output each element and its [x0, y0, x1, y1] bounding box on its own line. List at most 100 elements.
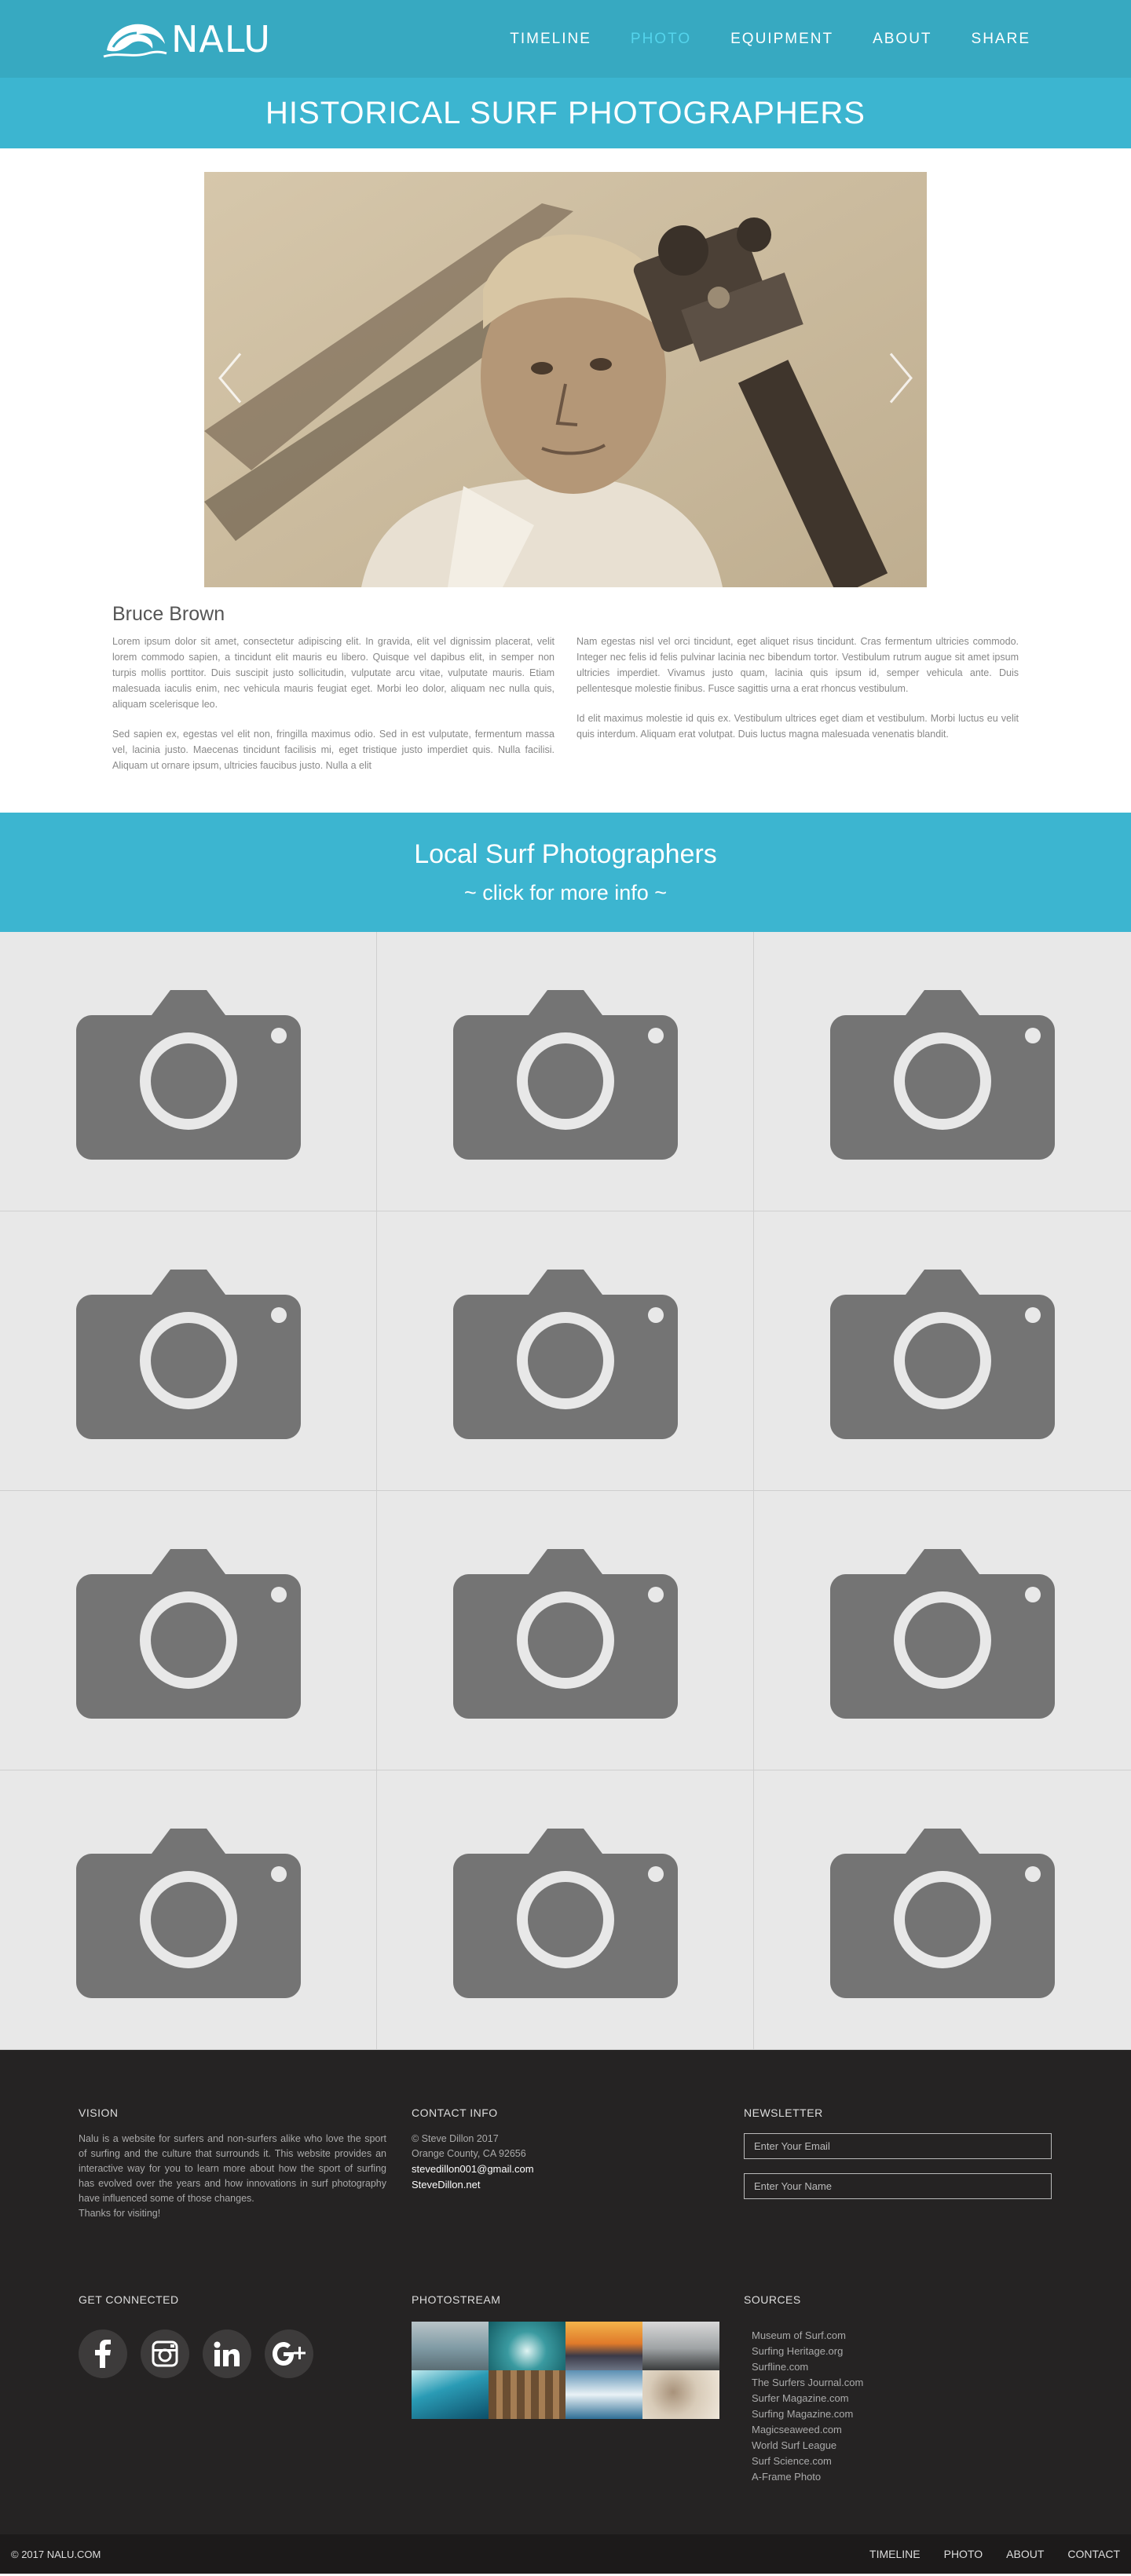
photographer-tile[interactable]: [0, 1491, 377, 1770]
photostream-thumb[interactable]: [566, 2370, 642, 2419]
footer-menu: TIMELINE PHOTO ABOUT CONTACT: [869, 2548, 1120, 2560]
source-link[interactable]: World Surf League: [752, 2439, 836, 2451]
contact-location: Orange County, CA 92656: [412, 2148, 526, 2159]
social-section: GET CONNECTED: [79, 2293, 313, 2378]
photographer-tile[interactable]: [754, 1211, 1131, 1491]
linkedin-button[interactable]: [203, 2329, 251, 2378]
photostream-thumb[interactable]: [489, 2370, 566, 2419]
nav-item-share[interactable]: SHARE: [972, 31, 1030, 48]
footer-link-about[interactable]: ABOUT: [1006, 2548, 1044, 2560]
page-title: HISTORICAL SURF PHOTOGRAPHERS: [265, 95, 866, 130]
photostream-heading: PHOTOSTREAM: [412, 2293, 501, 2306]
source-link[interactable]: Surfline.com: [752, 2361, 808, 2373]
vision-section: VISION Nalu is a website for surfers and…: [79, 2106, 386, 2221]
photostream-thumb[interactable]: [642, 2370, 719, 2419]
photographer-portrait-image: [204, 172, 927, 587]
camera-icon: [75, 1828, 301, 1998]
main-menu: TIMELINE PHOTO EQUIPMENT ABOUT SHARE: [510, 31, 1030, 48]
source-link[interactable]: Magicseaweed.com: [752, 2424, 842, 2435]
bio-paragraph: Lorem ipsum dolor sit amet, consectetur …: [112, 636, 555, 710]
photographer-tile[interactable]: [0, 1770, 377, 2050]
photographer-tile[interactable]: [377, 932, 754, 1211]
photographer-tile[interactable]: [754, 932, 1131, 1211]
chevron-left-icon: [218, 353, 242, 403]
contact-heading: CONTACT INFO: [412, 2106, 498, 2119]
camera-icon: [830, 1548, 1055, 1719]
camera-icon: [452, 1548, 678, 1719]
site-footer: VISION Nalu is a website for surfers and…: [0, 2050, 1131, 2534]
photographer-name: Bruce Brown: [112, 603, 225, 625]
photo-slider[interactable]: [204, 172, 927, 587]
section-title: Local Surf Photographers: [414, 839, 717, 869]
contact-website-link[interactable]: SteveDillon.net: [412, 2177, 534, 2193]
camera-icon: [452, 1828, 678, 1998]
source-link[interactable]: A-Frame Photo: [752, 2471, 821, 2483]
instagram-icon: [152, 2340, 178, 2367]
camera-icon: [452, 989, 678, 1160]
nalu-logo[interactable]: NALU: [101, 16, 271, 63]
camera-icon: [830, 989, 1055, 1160]
camera-icon: [830, 1269, 1055, 1439]
photographer-tile[interactable]: [377, 1491, 754, 1770]
source-link[interactable]: Surfer Magazine.com: [752, 2392, 849, 2404]
logo-text: NALU: [171, 17, 271, 60]
footer-link-timeline[interactable]: TIMELINE: [869, 2548, 921, 2560]
photographer-grid: [0, 932, 1131, 2050]
source-link[interactable]: The Surfers Journal.com: [752, 2377, 863, 2388]
sources-section: SOURCES Museum of Surf.com Surfing Herit…: [744, 2293, 863, 2485]
wave-logo-icon: [103, 24, 167, 57]
section-subtitle: ~ click for more info ~: [463, 881, 668, 904]
nav-item-photo[interactable]: PHOTO: [631, 31, 691, 48]
contact-email-link[interactable]: stevedillon001@gmail.com: [412, 2161, 534, 2177]
nav-item-timeline[interactable]: TIMELINE: [510, 31, 591, 48]
photographer-tile[interactable]: [754, 1770, 1131, 2050]
source-link[interactable]: Surfing Magazine.com: [752, 2408, 853, 2420]
photographer-tile[interactable]: [0, 1211, 377, 1491]
slider-prev-button[interactable]: [217, 350, 243, 409]
sources-heading: SOURCES: [744, 2293, 801, 2306]
photostream-thumb[interactable]: [412, 2370, 489, 2419]
google-plus-icon: [273, 2342, 306, 2366]
google-plus-button[interactable]: [265, 2329, 313, 2378]
photostream-thumb[interactable]: [642, 2322, 719, 2370]
facebook-icon: [95, 2340, 111, 2368]
bio-column-right: Nam egestas nisl vel orci tincidunt, ege…: [576, 634, 1019, 787]
source-link[interactable]: Surfing Heritage.org: [752, 2345, 843, 2357]
photostream-gallery: [412, 2322, 719, 2419]
social-heading: GET CONNECTED: [79, 2293, 179, 2306]
source-link[interactable]: Surf Science.com: [752, 2455, 832, 2467]
photographer-tile[interactable]: [377, 1770, 754, 2050]
facebook-button[interactable]: [79, 2329, 127, 2378]
camera-icon: [75, 1548, 301, 1719]
photographer-tile[interactable]: [377, 1211, 754, 1491]
vision-text: Nalu is a website for surfers and non-su…: [79, 2133, 386, 2219]
camera-icon: [830, 1828, 1055, 1998]
newsletter-section: NEWSLETTER: [744, 2106, 1052, 2199]
photographer-tile[interactable]: [754, 1491, 1131, 1770]
camera-icon: [75, 989, 301, 1160]
photostream-thumb[interactable]: [489, 2322, 566, 2370]
page-banner: HISTORICAL SURF PHOTOGRAPHERS: [0, 78, 1131, 148]
newsletter-heading: NEWSLETTER: [744, 2106, 823, 2119]
newsletter-name-field[interactable]: [744, 2173, 1052, 2199]
photographer-tile[interactable]: [0, 932, 377, 1211]
camera-icon: [75, 1269, 301, 1439]
newsletter-email-field[interactable]: [744, 2133, 1052, 2159]
nav-item-about[interactable]: ABOUT: [873, 31, 932, 48]
photostream-thumb[interactable]: [566, 2322, 642, 2370]
bio-paragraph: Id elit maximus molestie id quis ex. Ves…: [576, 713, 1019, 740]
camera-icon: [452, 1269, 678, 1439]
top-navigation: NALU TIMELINE PHOTO EQUIPMENT ABOUT SHAR…: [0, 0, 1131, 78]
footer-link-contact[interactable]: CONTACT: [1067, 2548, 1120, 2560]
photographer-bio: Bruce Brown Lorem ipsum dolor sit amet, …: [112, 603, 1019, 787]
instagram-button[interactable]: [141, 2329, 189, 2378]
nav-item-equipment[interactable]: EQUIPMENT: [730, 31, 833, 48]
photostream-thumb[interactable]: [412, 2322, 489, 2370]
chevron-right-icon: [889, 353, 913, 403]
local-photographers-header: Local Surf Photographers ~ click for mor…: [0, 813, 1131, 932]
source-link[interactable]: Museum of Surf.com: [752, 2329, 846, 2341]
footer-link-photo[interactable]: PHOTO: [944, 2548, 983, 2560]
bottom-bar: © 2017 NALU.COM TIMELINE PHOTO ABOUT CON…: [0, 2534, 1131, 2574]
slider-next-button[interactable]: [888, 350, 914, 409]
linkedin-icon: [214, 2341, 240, 2366]
